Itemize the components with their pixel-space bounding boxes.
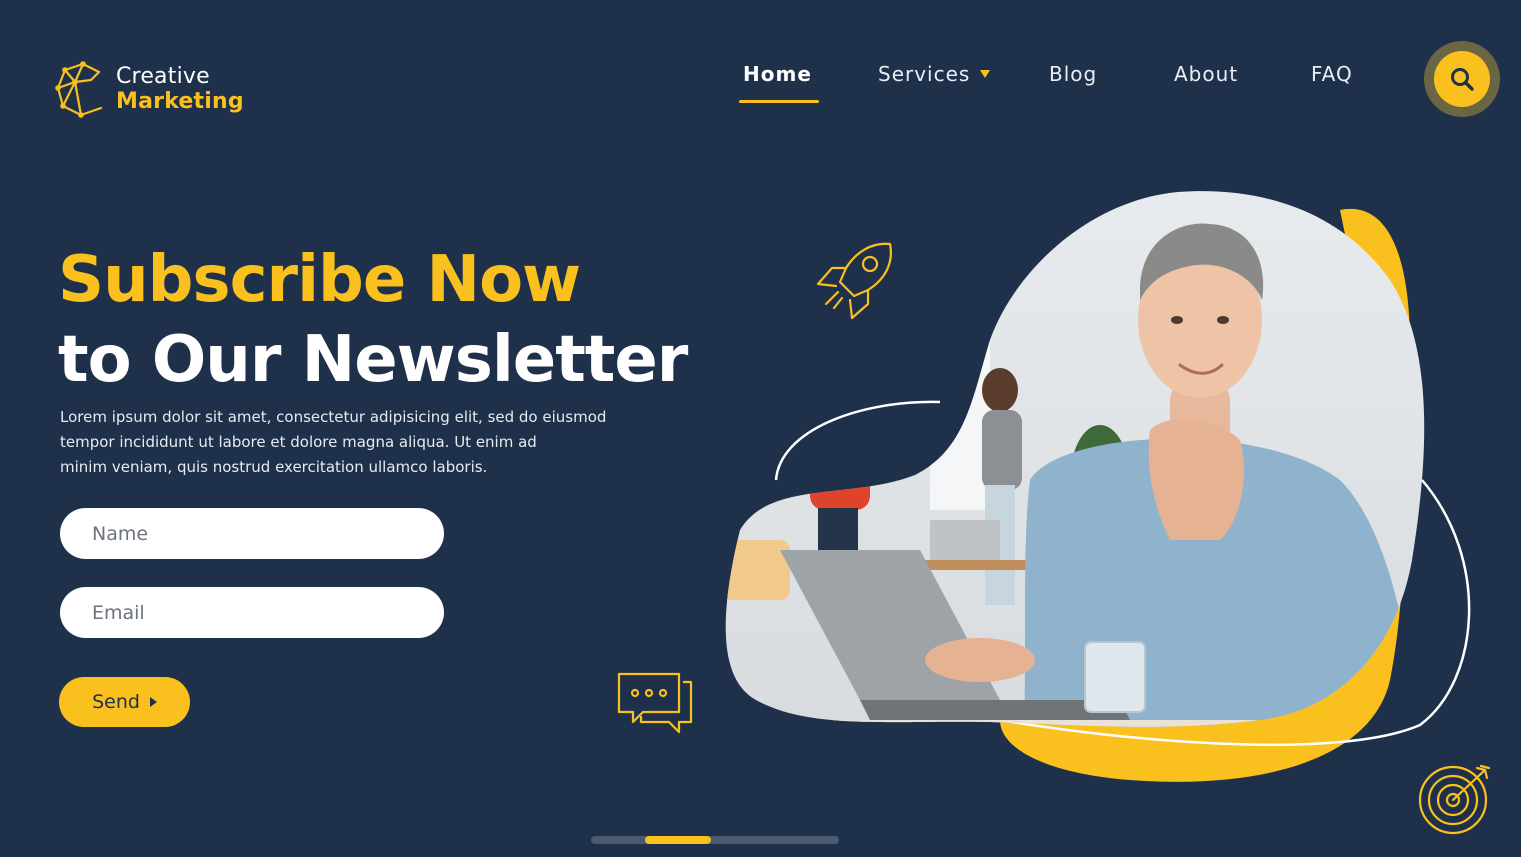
description-line-3: minim veniam, quis nostrud exercitation … bbox=[60, 458, 488, 476]
description-line-1: Lorem ipsum dolor sit amet, consectetur … bbox=[60, 408, 607, 426]
chevron-down-icon bbox=[980, 69, 991, 78]
hero-title-line1: Subscribe Now bbox=[58, 243, 581, 317]
hero-headline: Subscribe Now to Our Newsletter bbox=[58, 240, 688, 400]
carousel-pagination[interactable] bbox=[591, 836, 839, 844]
hero-description: Lorem ipsum dolor sit amet, consectetur … bbox=[60, 405, 620, 480]
nav-about[interactable]: About bbox=[1174, 62, 1238, 86]
search-button-inner bbox=[1434, 51, 1490, 107]
description-line-2: tempor incididunt ut labore et dolore ma… bbox=[60, 433, 537, 451]
nav-blog[interactable]: Blog bbox=[1049, 62, 1097, 86]
send-button-label: Send bbox=[92, 691, 140, 713]
hero-title-line2: to Our Newsletter bbox=[58, 323, 688, 397]
search-icon bbox=[1451, 68, 1474, 91]
email-input[interactable] bbox=[60, 587, 444, 638]
active-nav-indicator bbox=[739, 100, 819, 103]
hero-illustration bbox=[725, 191, 1471, 782]
play-arrow-icon bbox=[149, 697, 157, 707]
hero-image bbox=[700, 180, 1500, 800]
chat-bubbles-icon bbox=[617, 672, 693, 734]
nav-faq[interactable]: FAQ bbox=[1311, 62, 1353, 86]
nav-services[interactable]: Services bbox=[878, 62, 991, 86]
send-button[interactable]: Send bbox=[59, 677, 190, 727]
name-input[interactable] bbox=[60, 508, 444, 559]
pagination-active-indicator bbox=[645, 836, 711, 844]
nav-home[interactable]: Home bbox=[743, 62, 812, 86]
search-button[interactable] bbox=[1424, 41, 1500, 117]
main-nav: Home Services Blog About FAQ bbox=[0, 62, 1521, 102]
nav-services-label: Services bbox=[878, 62, 971, 86]
